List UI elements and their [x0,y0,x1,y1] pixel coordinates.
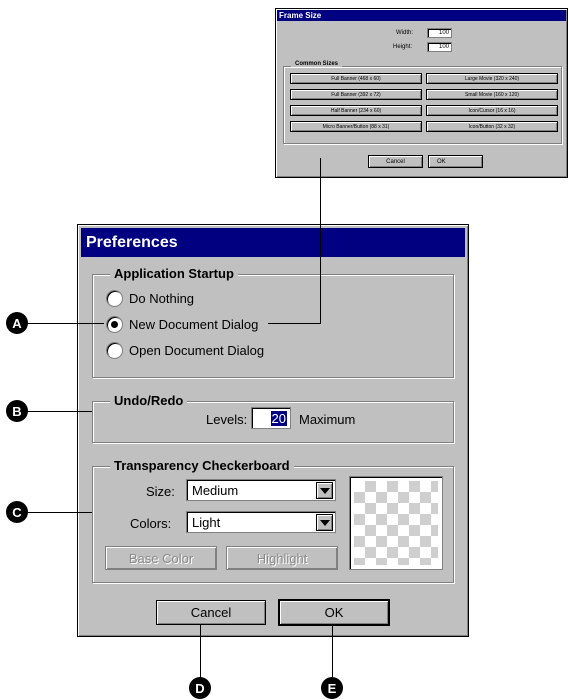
radio-do-nothing[interactable] [106,290,123,307]
leader-c [28,512,92,513]
width-label: Width: [396,30,414,36]
frame-size-title: Frame Size [277,10,566,21]
levels-label: Levels: [206,412,248,427]
preferences-ok-button[interactable]: OK [278,599,390,626]
levels-value: 20 [270,411,287,426]
callout-c: C [6,501,28,523]
callout-a: A [6,312,28,334]
height-label: Height: [393,44,413,50]
radio-selected-dot [111,321,118,328]
colors-select-value: Light [192,515,221,530]
colors-select[interactable]: Light [186,511,336,533]
colors-dropdown-arrow-icon[interactable] [316,514,333,531]
callout-d: D [189,677,211,699]
size-button-small-movie[interactable]: Small Movie (160 x 120) [426,89,558,100]
leader-a-vertical [320,158,321,323]
frame-size-dialog: Frame Size Width: 100 Height: 100 Common… [275,8,568,178]
leader-e [332,624,333,679]
size-button-full-banner-468[interactable]: Full Banner (468 x 60) [290,73,422,84]
transparency-legend: Transparency Checkerboard [110,458,294,473]
size-select[interactable]: Medium [186,479,336,501]
width-value: 100 [438,30,449,36]
highlight-button[interactable]: Highlight [226,546,338,570]
preferences-title: Preferences [81,228,465,257]
startup-legend: Application Startup [110,266,238,281]
size-dropdown-arrow-icon[interactable] [316,482,333,499]
size-button-icon-cursor[interactable]: Icon/Cursor (16 x 16) [426,105,558,116]
width-field[interactable]: 100 [427,28,452,38]
callout-e: E [321,677,343,699]
size-button-full-banner-392[interactable]: Full Banner (392 x 72) [290,89,422,100]
radio-new-document-dialog[interactable] [106,316,123,333]
leader-d [200,624,201,679]
leader-b [28,411,92,412]
common-sizes-legend: Common Sizes [291,61,343,67]
colors-label: Colors: [130,516,172,531]
base-color-button[interactable]: Base Color [105,546,217,570]
height-field[interactable]: 100 [427,42,452,52]
size-button-half-banner[interactable]: Half Banner (234 x 60) [290,105,422,116]
size-button-icon-button[interactable]: Icon/Button (32 x 32) [426,121,558,132]
size-button-micro-banner[interactable]: Micro Banner/Button (88 x 31) [290,121,422,132]
radio-open-document-dialog[interactable] [106,342,123,359]
option-new-document-label: New Document Dialog [129,317,259,332]
checkerboard-preview [349,476,443,570]
preferences-cancel-button[interactable]: Cancel [156,600,266,625]
frame-size-cancel-button[interactable]: Cancel [368,155,423,168]
levels-suffix: Maximum [299,412,356,427]
leader-a-dialog [268,323,321,324]
frame-size-ok-button[interactable]: OK [428,155,483,168]
checkerboard-pattern [354,481,438,565]
size-button-large-movie[interactable]: Large Movie (320 x 240) [426,73,558,84]
levels-input[interactable]: 20 [251,407,291,429]
height-value: 100 [438,44,449,50]
callout-b: B [6,400,28,422]
undo-redo-legend: Undo/Redo [110,393,188,408]
option-do-nothing-label: Do Nothing [129,291,195,306]
option-open-document-label: Open Document Dialog [129,343,265,358]
size-label: Size: [146,484,175,499]
preferences-dialog: Preferences Application Startup Do Nothi… [77,224,469,637]
size-select-value: Medium [192,483,239,498]
leader-a [28,323,104,324]
